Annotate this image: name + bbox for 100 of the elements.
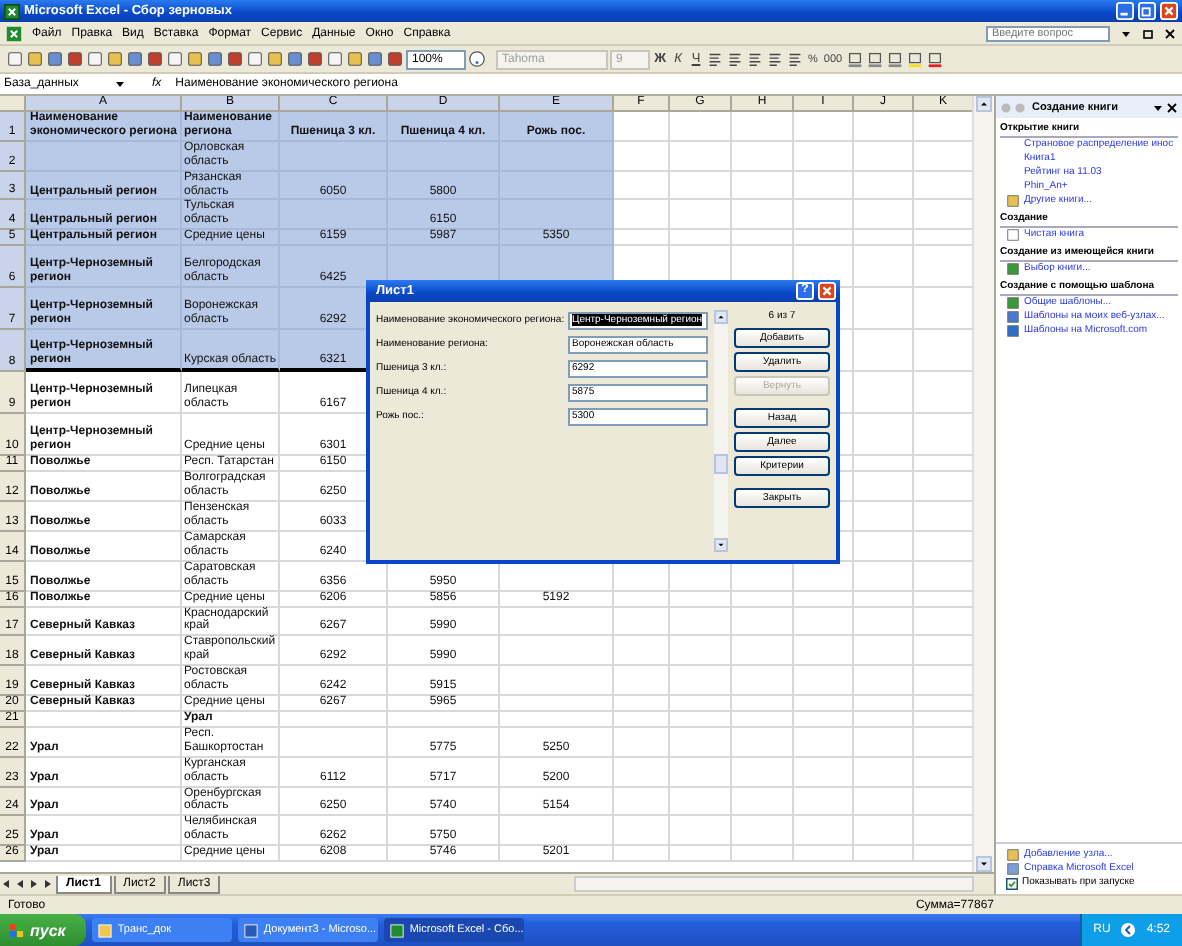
empty-cell: [854, 246, 914, 289]
empty-cell: [794, 757, 854, 788]
empty-cell: [794, 230, 854, 247]
empty-cell: [854, 414, 914, 457]
empty-cell: [670, 200, 732, 231]
empty-cell: [670, 727, 732, 758]
empty-cell: [614, 846, 670, 863]
scroll-thumb[interactable]: [714, 453, 728, 474]
font-color-icon[interactable]: [926, 50, 945, 68]
align-right-icon[interactable]: [746, 50, 764, 68]
empty-cell: [854, 561, 914, 591]
empty-cell: [732, 757, 794, 788]
next-sheet-icon[interactable]: [28, 878, 40, 890]
empty-cell: [732, 711, 794, 728]
record-scrollbar[interactable]: [714, 310, 728, 552]
empty-cell: [854, 288, 914, 331]
flag-icon: [10, 923, 24, 937]
circle-arrow-icon[interactable]: [1120, 922, 1137, 938]
scroll-up-icon[interactable]: [714, 310, 728, 324]
empty-cell: [794, 727, 854, 758]
empty-cell: [614, 816, 670, 847]
empty-cell: [670, 846, 732, 863]
empty-cell: [500, 666, 614, 696]
empty-cell: [614, 666, 670, 696]
empty-cell: [280, 727, 388, 758]
align-left-icon[interactable]: [706, 50, 724, 68]
empty-cell: [854, 372, 914, 415]
empty-cell: [670, 711, 732, 728]
close-icon[interactable]: [1164, 27, 1176, 39]
empty-cell: [854, 636, 914, 667]
empty-cell: [732, 787, 794, 817]
dropdown-icon[interactable]: [1120, 27, 1132, 39]
empty-cell: [854, 502, 914, 532]
empty-cell: [732, 171, 794, 201]
empty-cell: [280, 711, 388, 728]
checkbox[interactable]: [1006, 877, 1018, 889]
empty-cell: [500, 711, 614, 728]
previous-sheet-icon[interactable]: [14, 878, 26, 890]
last-sheet-icon[interactable]: [42, 878, 54, 890]
empty-cell: [500, 636, 614, 667]
empty-cell: [794, 711, 854, 728]
empty-cell: [500, 816, 614, 847]
empty-cell: [670, 636, 732, 667]
empty-cell: [732, 816, 794, 847]
empty-cell: [670, 141, 732, 172]
empty-cell: [670, 695, 732, 712]
empty-cell: [614, 727, 670, 758]
close-icon[interactable]: [1166, 101, 1178, 113]
scroll-up-icon[interactable]: [976, 96, 992, 112]
empty-cell: [794, 200, 854, 231]
empty-cell: [732, 666, 794, 696]
empty-cell: [670, 757, 732, 788]
dropdown-icon[interactable]: [114, 78, 126, 90]
empty-cell: [854, 171, 914, 201]
first-sheet-icon[interactable]: [0, 878, 12, 890]
empty-cell: [854, 330, 914, 373]
align-center-icon[interactable]: [726, 50, 744, 68]
empty-cell: [794, 695, 854, 712]
empty-cell: [854, 200, 914, 231]
empty-cell: [794, 112, 854, 142]
empty-cell: [794, 636, 854, 667]
scroll-down-icon[interactable]: [714, 538, 728, 552]
empty-cell: [854, 607, 914, 637]
empty-cell: [854, 695, 914, 712]
empty-cell: [854, 456, 914, 473]
borders-icon[interactable]: [886, 50, 905, 68]
empty-cell: [794, 816, 854, 847]
minimize-icon[interactable]: [1116, 2, 1134, 20]
empty-cell: [794, 607, 854, 637]
empty-cell: [614, 607, 670, 637]
empty-cell: [388, 711, 500, 728]
empty-cell: [670, 666, 732, 696]
empty-cell: [670, 787, 732, 817]
empty-cell: [854, 711, 914, 728]
empty-cell: [614, 636, 670, 667]
empty-cell: [614, 757, 670, 788]
empty-cell: [500, 607, 614, 637]
empty-cell: [794, 846, 854, 863]
empty-cell: [794, 787, 854, 817]
empty-cell: [732, 141, 794, 172]
empty-cell: [854, 666, 914, 696]
dropdown-icon[interactable]: [1152, 101, 1164, 113]
empty-cell: [854, 230, 914, 247]
empty-cell: [854, 112, 914, 142]
empty-cell: [732, 695, 794, 712]
horizontal-scrollbar[interactable]: [574, 876, 974, 892]
empty-cell: [854, 787, 914, 817]
vertical-scrollbar[interactable]: [972, 96, 994, 872]
empty-cell: [732, 846, 794, 863]
empty-cell: [614, 711, 670, 728]
fill-color-icon[interactable]: [906, 50, 925, 68]
empty-cell: [854, 472, 914, 503]
empty-cell: [794, 141, 854, 172]
empty-cell: [854, 846, 914, 863]
empty-cell: [500, 695, 614, 712]
merge-icon[interactable]: [766, 50, 784, 68]
empty-cell: [732, 200, 794, 231]
empty-cell: [732, 607, 794, 637]
empty-cell: [854, 816, 914, 847]
scroll-down-icon[interactable]: [976, 856, 992, 872]
